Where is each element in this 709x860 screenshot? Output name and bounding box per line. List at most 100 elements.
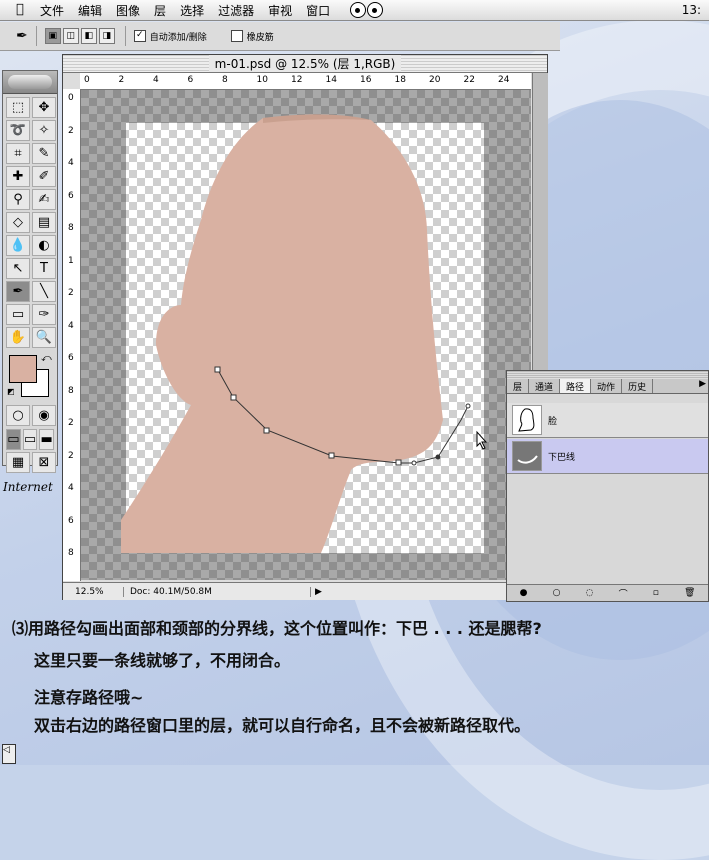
slice-tool-icon[interactable]: ✎ xyxy=(32,143,56,164)
zoom-tool-icon[interactable]: 🔍 xyxy=(32,327,56,348)
path-anchor-point[interactable] xyxy=(263,427,270,434)
imageready-icon[interactable]: ⊠ xyxy=(32,452,56,473)
canvas-svg[interactable] xyxy=(81,90,531,580)
ruler-tick-label: 1 xyxy=(68,255,74,266)
path-anchor-point[interactable] xyxy=(230,394,237,401)
tab-actions[interactable]: 动作 xyxy=(591,379,623,393)
status-menu-arrow-icon[interactable]: ▶ xyxy=(315,587,322,597)
jump-to-app-icon[interactable]: ▦ xyxy=(6,452,30,473)
doc-size-info[interactable]: Doc: 40.1M/50.8M xyxy=(124,586,311,597)
path-mode-add-button[interactable]: ◫ xyxy=(62,28,79,44)
path-mode-new-button[interactable]: ▣ xyxy=(44,28,61,44)
tab-layers[interactable]: 层 xyxy=(507,379,530,393)
vertical-ruler[interactable]: 0 2 4 6 8 1 2 4 6 8 2 2 4 6 8 xyxy=(63,89,81,581)
path-control-handle[interactable] xyxy=(465,403,471,409)
document-window: m-01.psd @ 12.5% (层 1,RGB) 01 0246810121… xyxy=(62,54,548,600)
healing-brush-tool-icon[interactable]: ✚ xyxy=(6,166,30,187)
menu-select[interactable]: 选择 xyxy=(180,2,204,19)
ruler-tick-label: 14 xyxy=(325,75,337,85)
ruler-tick-label: 4 xyxy=(68,483,74,493)
path-control-handle[interactable] xyxy=(435,454,441,460)
apple-menu-icon[interactable]:  xyxy=(16,3,30,17)
menu-image[interactable]: 图像 xyxy=(116,2,140,19)
ruler-tick-label: 8 xyxy=(68,385,74,396)
ruler-tick-label: 4 xyxy=(68,158,74,168)
tab-paths[interactable]: 路径 xyxy=(560,379,592,393)
new-path-icon[interactable]: ▫ xyxy=(653,588,659,598)
ruler-tick-label: 2 xyxy=(68,125,74,136)
type-tool-icon[interactable]: T xyxy=(32,258,56,279)
zoom-level-field[interactable]: 12.5% xyxy=(63,586,124,597)
palette-menu-icon[interactable]: ▶ xyxy=(699,379,708,393)
tab-history[interactable]: 历史 xyxy=(622,379,654,393)
speaker-icon[interactable]: ◁ xyxy=(2,744,16,764)
clone-stamp-tool-icon[interactable]: ⚲ xyxy=(6,189,30,210)
menubar-clock: 13: xyxy=(681,3,701,17)
marquee-tool-icon[interactable]: ⬚ xyxy=(6,97,30,118)
menu-edit[interactable]: 编辑 xyxy=(78,2,102,19)
path-row-face[interactable]: 脸 xyxy=(507,403,708,438)
pen-tool-selected-icon[interactable]: ✒ xyxy=(6,281,30,302)
notes-tool-icon[interactable]: ▭ xyxy=(6,304,30,325)
ruler-tick-label: 0 xyxy=(68,93,74,103)
screen-mode-menu-icon[interactable]: ▭ xyxy=(22,429,38,450)
ruler-tick-label: 22 xyxy=(463,75,475,85)
eraser-tool-icon[interactable]: ◇ xyxy=(6,212,30,233)
path-anchor-point[interactable] xyxy=(328,452,335,459)
menu-view[interactable]: 审视 xyxy=(268,2,292,19)
rubber-band-checkbox[interactable] xyxy=(230,30,243,42)
ruler-tick-label: 4 xyxy=(68,320,74,331)
toolbox-header[interactable] xyxy=(3,71,57,94)
path-name: 下巴线 xyxy=(548,452,576,463)
ruler-tick-label: 8 xyxy=(222,75,228,85)
path-mode-intersect-button[interactable]: ◨ xyxy=(98,28,115,44)
path-mode-subtract-button[interactable]: ◧ xyxy=(80,28,97,44)
magic-wand-tool-icon[interactable]: ✧ xyxy=(32,120,56,141)
fill-path-icon[interactable]: ● xyxy=(520,588,528,598)
path-selection-tool-icon[interactable]: ↖ xyxy=(6,258,30,279)
gradient-tool-icon[interactable]: ▤ xyxy=(32,212,56,233)
swap-colors-icon[interactable]: ⤺ xyxy=(41,353,52,364)
eyedropper-tool-icon[interactable]: ✑ xyxy=(32,304,56,325)
delete-path-icon[interactable]: 🗑 xyxy=(684,588,695,598)
menu-window[interactable]: 窗口 xyxy=(306,2,330,19)
line-tool-icon[interactable]: ╲ xyxy=(32,281,56,302)
rubber-band-label: 橡皮筋 xyxy=(246,32,274,43)
tab-channels[interactable]: 通道 xyxy=(529,379,561,393)
make-work-path-icon[interactable]: ⌒ xyxy=(619,587,628,600)
canvas-area[interactable] xyxy=(81,90,531,580)
hand-tool-icon[interactable]: ✋ xyxy=(6,327,30,348)
default-colors-icon[interactable]: ◩ xyxy=(7,387,15,396)
horizontal-ruler[interactable]: 0 2 4 6 8 10 12 14 16 18 20 22 24 xyxy=(80,73,531,90)
history-brush-tool-icon[interactable]: ✍ xyxy=(32,189,56,210)
menu-file[interactable]: 文件 xyxy=(40,2,64,19)
menu-filter[interactable]: 过滤器 xyxy=(218,2,254,19)
move-tool-icon[interactable]: ✥ xyxy=(32,97,56,118)
path-anchor-point[interactable] xyxy=(395,459,402,466)
ruler-tick-label: 6 xyxy=(187,75,194,85)
load-path-as-selection-icon[interactable]: ◌ xyxy=(586,588,594,598)
auto-add-delete-checkbox[interactable]: ✓ xyxy=(133,30,146,42)
paths-palette-titlebar[interactable] xyxy=(507,371,708,379)
document-titlebar[interactable]: m-01.psd @ 12.5% (层 1,RGB) xyxy=(63,55,547,73)
path-thumbnail xyxy=(512,441,542,471)
blur-tool-icon[interactable]: 💧 xyxy=(6,235,30,256)
screen-mode-standard-icon[interactable]: ▭ xyxy=(6,429,21,450)
crop-tool-icon[interactable]: ⌗ xyxy=(6,143,30,164)
path-control-handle[interactable] xyxy=(411,460,417,466)
path-anchor-point[interactable] xyxy=(214,366,221,373)
dodge-tool-icon[interactable]: ◐ xyxy=(32,235,56,256)
document-title: m-01.psd @ 12.5% (层 1,RGB) xyxy=(208,55,402,72)
stroke-path-icon[interactable]: ○ xyxy=(553,588,561,598)
path-row-chin-line[interactable]: 下巴线 xyxy=(507,439,708,474)
menu-layer[interactable]: 层 xyxy=(154,2,166,19)
standard-mode-icon[interactable]: ○ xyxy=(6,405,30,426)
screen-mode-full-icon[interactable]: ▬ xyxy=(39,429,55,450)
lasso-tool-icon[interactable]: ➰ xyxy=(6,120,30,141)
ruler-tick-label: 10 xyxy=(256,75,268,85)
quick-mask-mode-icon[interactable]: ◉ xyxy=(32,405,56,426)
brush-tool-icon[interactable]: ✐ xyxy=(32,166,56,187)
ruler-tick-label: 0 xyxy=(84,75,90,85)
pen-tool-icon[interactable]: ✒ xyxy=(16,28,28,44)
desktop-internet-label: Internet xyxy=(3,480,53,494)
